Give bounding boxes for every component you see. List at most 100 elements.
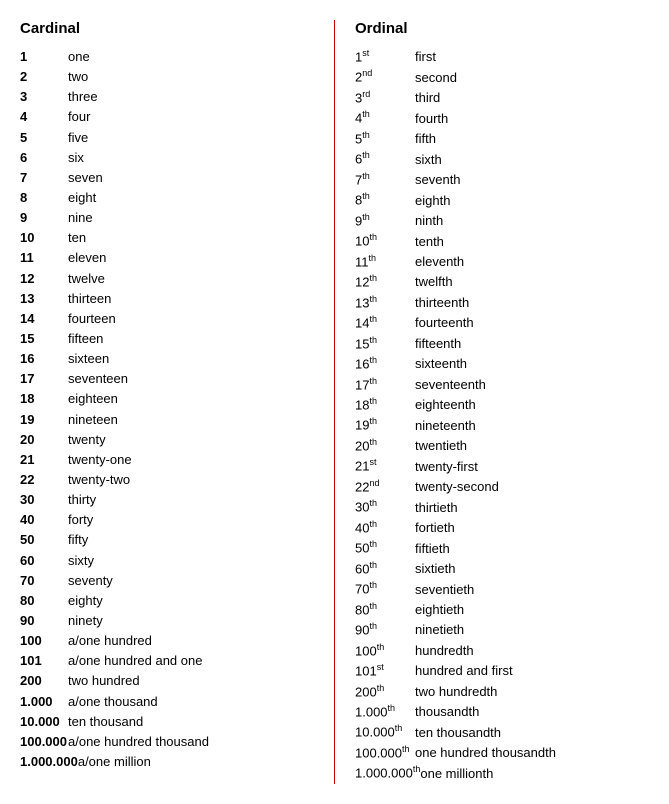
ordinal-word: eighth [415, 191, 450, 211]
ordinal-word: one hundred thousandth [415, 743, 556, 763]
ordinal-word: fortieth [415, 518, 455, 538]
table-row: 80eighty [20, 591, 314, 611]
ordinal-word: eighteenth [415, 395, 476, 415]
cardinal-number: 1.000 [20, 692, 68, 712]
cardinal-word: ninety [68, 611, 103, 631]
cardinal-word: six [68, 148, 84, 168]
table-row: 90ninety [20, 611, 314, 631]
table-row: 7thseventh [355, 170, 649, 190]
cardinal-number: 18 [20, 389, 68, 409]
table-row: 1.000.000thone millionth [355, 763, 649, 783]
cardinal-header: Cardinal [20, 20, 314, 37]
ordinal-word: seventieth [415, 580, 474, 600]
table-row: 16thsixteenth [355, 354, 649, 374]
ordinal-word: fourth [415, 109, 448, 129]
cardinal-word: a/one hundred thousand [68, 732, 209, 752]
ordinal-number: 30th [355, 497, 415, 517]
table-row: 20thtwentieth [355, 436, 649, 456]
cardinal-number: 60 [20, 551, 68, 571]
ordinal-number: 100th [355, 641, 415, 661]
table-row: 40thfortieth [355, 518, 649, 538]
table-row: 101a/one hundred and one [20, 651, 314, 671]
ordinal-word: thousandth [415, 702, 479, 722]
ordinal-number: 50th [355, 538, 415, 558]
ordinal-word: sixtieth [415, 559, 455, 579]
ordinal-word: ninth [415, 211, 443, 231]
table-row: 9thninth [355, 211, 649, 231]
table-row: 17seventeen [20, 369, 314, 389]
cardinal-word: nine [68, 208, 93, 228]
cardinal-word: three [68, 87, 98, 107]
table-row: 10ten [20, 228, 314, 248]
ordinal-number: 9th [355, 211, 415, 231]
ordinal-number: 5th [355, 129, 415, 149]
ordinal-number: 1.000.000th [355, 763, 420, 783]
cardinal-word: fourteen [68, 309, 116, 329]
table-row: 30ththirtieth [355, 497, 649, 517]
table-row: 15fifteen [20, 329, 314, 349]
cardinal-word: fifteen [68, 329, 103, 349]
table-row: 200two hundred [20, 671, 314, 691]
ordinal-number: 6th [355, 149, 415, 169]
cardinal-number: 101 [20, 651, 68, 671]
cardinal-number: 22 [20, 470, 68, 490]
ordinal-word: fourteenth [415, 313, 474, 333]
ordinal-number: 3rd [355, 88, 415, 108]
table-row: 5five [20, 128, 314, 148]
ordinal-header: Ordinal [355, 20, 649, 37]
table-row: 100.000thone hundred thousandth [355, 743, 649, 763]
table-row: 17thseventeenth [355, 375, 649, 395]
cardinal-word: sixty [68, 551, 94, 571]
cardinal-word: nineteen [68, 410, 118, 430]
table-row: 1.000ththousandth [355, 702, 649, 722]
cardinal-number: 19 [20, 410, 68, 430]
ordinal-word: twelfth [415, 272, 453, 292]
cardinal-word: fifty [68, 530, 88, 550]
ordinal-number: 7th [355, 170, 415, 190]
ordinal-number: 16th [355, 354, 415, 374]
table-row: 10thtenth [355, 231, 649, 251]
ordinal-number: 100.000th [355, 743, 415, 763]
table-row: 1.000a/one thousand [20, 692, 314, 712]
table-row: 90thninetieth [355, 620, 649, 640]
cardinal-word: seven [68, 168, 103, 188]
ordinal-word: hundredth [415, 641, 474, 661]
ordinal-number: 60th [355, 559, 415, 579]
table-row: 30thirty [20, 490, 314, 510]
ordinal-word: hundred and first [415, 661, 513, 681]
cardinal-word: eleven [68, 248, 106, 268]
ordinal-word: first [415, 47, 436, 67]
ordinal-number: 12th [355, 272, 415, 292]
cardinal-word: eighteen [68, 389, 118, 409]
cardinal-word: sixteen [68, 349, 109, 369]
cardinal-word: ten thousand [68, 712, 143, 732]
ordinal-number: 20th [355, 436, 415, 456]
table-row: 60sixty [20, 551, 314, 571]
table-row: 20twenty [20, 430, 314, 450]
ordinal-number: 18th [355, 395, 415, 415]
cardinal-word: thirty [68, 490, 96, 510]
table-row: 9nine [20, 208, 314, 228]
cardinal-number: 90 [20, 611, 68, 631]
ordinal-word: ninetieth [415, 620, 464, 640]
table-row: 3three [20, 87, 314, 107]
ordinal-word: seventh [415, 170, 461, 190]
table-row: 21twenty-one [20, 450, 314, 470]
table-row: 12thtwelfth [355, 272, 649, 292]
ordinal-number: 2nd [355, 67, 415, 87]
table-row: 6thsixth [355, 149, 649, 169]
table-row: 100thhundredth [355, 641, 649, 661]
cardinal-number: 40 [20, 510, 68, 530]
cardinal-word: twenty-two [68, 470, 130, 490]
ordinal-number: 8th [355, 190, 415, 210]
table-row: 1.000.000a/one million [20, 752, 314, 772]
cardinal-word: a/one hundred and one [68, 651, 202, 671]
ordinal-word: twenty-first [415, 457, 478, 477]
table-row: 60thsixtieth [355, 559, 649, 579]
ordinal-word: nineteenth [415, 416, 476, 436]
table-row: 2two [20, 67, 314, 87]
cardinal-number: 80 [20, 591, 68, 611]
table-row: 4four [20, 107, 314, 127]
table-row: 13ththirteenth [355, 293, 649, 313]
ordinal-word: second [415, 68, 457, 88]
